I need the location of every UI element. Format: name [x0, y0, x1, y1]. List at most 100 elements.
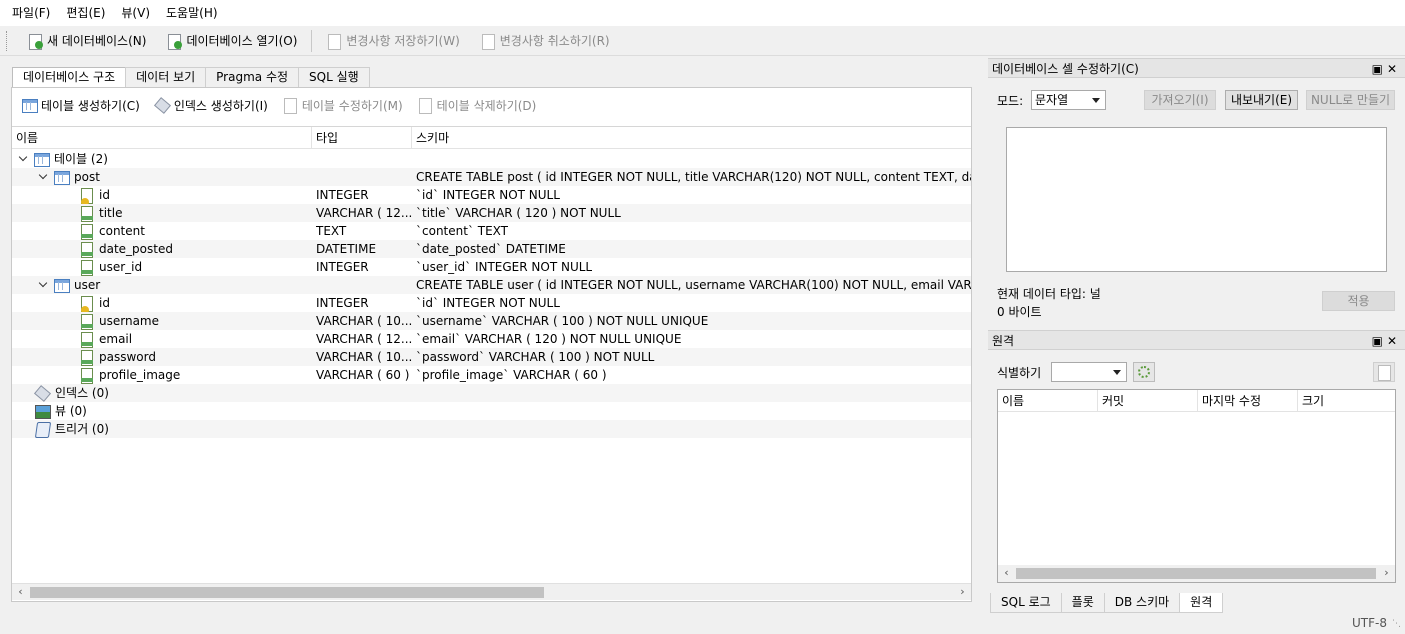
revert-changes-label: 변경사항 취소하기(R): [499, 34, 610, 48]
tree-row-field[interactable]: content TEXT `content` TEXT: [12, 222, 971, 240]
tab-database-structure[interactable]: 데이터베이스 구조: [12, 67, 127, 88]
float-icon[interactable]: ▣: [1372, 62, 1387, 76]
tree-row-field[interactable]: email VARCHAR ( 12... `email` VARCHAR ( …: [12, 330, 971, 348]
field-schema: `title` VARCHAR ( 120 ) NOT NULL: [416, 206, 621, 220]
close-icon[interactable]: ✕: [1387, 334, 1401, 348]
add-identity-button[interactable]: [1133, 362, 1155, 382]
remote-column-name[interactable]: 이름: [998, 390, 1098, 412]
revert-changes-button[interactable]: 변경사항 취소하기(R): [470, 29, 620, 53]
scroll-left-icon[interactable]: ‹: [12, 584, 29, 601]
apply-button[interactable]: 적용: [1322, 291, 1395, 311]
new-database-label: 새 데이터베이스(N): [47, 34, 147, 48]
tab-remote[interactable]: 원격: [1179, 593, 1224, 613]
remote-column-size[interactable]: 크기: [1298, 390, 1395, 412]
tree-row-field[interactable]: user_id INTEGER `user_id` INTEGER NOT NU…: [12, 258, 971, 276]
tree-row-field[interactable]: title VARCHAR ( 12... `title` VARCHAR ( …: [12, 204, 971, 222]
tree-row-field[interactable]: id INTEGER `id` INTEGER NOT NULL: [12, 186, 971, 204]
remote-title: 원격: [992, 334, 1015, 348]
tree-row-views[interactable]: 뷰 (0): [12, 402, 971, 420]
import-button[interactable]: 가져오기(I): [1144, 90, 1216, 110]
open-database-button[interactable]: 데이터베이스 열기(O): [156, 29, 307, 53]
scrollbar-thumb[interactable]: [30, 587, 544, 598]
remote-column-commit[interactable]: 커밋: [1098, 390, 1198, 412]
tab-edit-pragmas[interactable]: Pragma 수정: [205, 67, 300, 87]
table-name: post: [74, 170, 100, 184]
cell-editor-textarea[interactable]: [1006, 127, 1387, 272]
export-button[interactable]: 내보내기(E): [1225, 90, 1298, 110]
menu-file[interactable]: 파일(F): [4, 0, 58, 26]
tree-row-field[interactable]: date_posted DATETIME `date_posted` DATET…: [12, 240, 971, 258]
tree-row-indexes[interactable]: 인덱스 (0): [12, 384, 971, 402]
table-name: user: [74, 278, 101, 292]
field-name: profile_image: [99, 368, 181, 382]
identity-select[interactable]: [1051, 362, 1127, 382]
tree-row-table-post[interactable]: post CREATE TABLE post ( id INTEGER NOT …: [12, 168, 971, 186]
column-header-type[interactable]: 타입: [312, 127, 412, 149]
indexes-label: 인덱스 (0): [55, 386, 109, 400]
field-schema: `password` VARCHAR ( 100 ) NOT NULL: [416, 350, 655, 364]
create-index-button[interactable]: 인덱스 생성하기(I): [149, 93, 277, 117]
modify-table-icon: [282, 97, 298, 114]
chevron-down-icon[interactable]: [18, 154, 28, 164]
field-schema: `username` VARCHAR ( 100 ) NOT NULL UNIQ…: [416, 314, 709, 328]
new-database-button[interactable]: 새 데이터베이스(N): [17, 29, 156, 53]
field-schema: `email` VARCHAR ( 120 ) NOT NULL UNIQUE: [416, 332, 682, 346]
tree-row-field[interactable]: id INTEGER `id` INTEGER NOT NULL: [12, 294, 971, 312]
field-name: username: [99, 314, 159, 328]
field-schema: `id` INTEGER NOT NULL: [416, 296, 560, 310]
tab-db-schema[interactable]: DB 스키마: [1103, 593, 1181, 613]
table-schema: CREATE TABLE user ( id INTEGER NOT NULL,…: [416, 278, 971, 292]
field-name: id: [99, 188, 110, 202]
set-null-button[interactable]: NULL로 만들기: [1306, 90, 1395, 110]
tree-row-field[interactable]: username VARCHAR ( 10... `username` VARC…: [12, 312, 971, 330]
tab-plot[interactable]: 플롯: [1060, 593, 1105, 613]
menu-view[interactable]: 뷰(V): [113, 0, 158, 26]
field-name: id: [99, 296, 110, 310]
tab-browse-data[interactable]: 데이터 보기: [125, 67, 207, 87]
scroll-left-icon[interactable]: ‹: [998, 565, 1015, 582]
resize-grip-icon[interactable]: ⋱: [1392, 619, 1401, 629]
tree-row-table-user[interactable]: user CREATE TABLE user ( id INTEGER NOT …: [12, 276, 971, 294]
column-header-schema[interactable]: 스키마: [412, 127, 971, 149]
schema-tree[interactable]: 이름 타입 스키마 테이블 (2) post CREATE TABLE post…: [12, 126, 971, 584]
remote-column-last-modified[interactable]: 마지막 수정: [1198, 390, 1298, 412]
gear-plus-icon: [1136, 364, 1152, 380]
scrollbar-thumb[interactable]: [1016, 568, 1376, 579]
menu-edit[interactable]: 편집(E): [58, 0, 113, 26]
clone-database-button[interactable]: [1373, 362, 1395, 382]
field-icon: [78, 349, 94, 366]
tree-row-field[interactable]: password VARCHAR ( 10... `password` VARC…: [12, 348, 971, 366]
tree-row-field[interactable]: profile_image VARCHAR ( 60 ) `profile_im…: [12, 366, 971, 384]
tree-row-tables[interactable]: 테이블 (2): [12, 150, 971, 168]
view-icon: [34, 403, 51, 419]
edit-cell-title-bar: 데이터베이스 셀 수정하기(C) ▣✕: [988, 58, 1405, 78]
modify-table-button[interactable]: 테이블 수정하기(M): [277, 93, 412, 117]
remote-horizontal-scrollbar[interactable]: ‹ ›: [998, 565, 1395, 582]
chevron-down-icon[interactable]: [38, 280, 48, 290]
delete-table-button[interactable]: 테이블 삭제하기(D): [412, 93, 546, 117]
create-table-button[interactable]: 테이블 생성하기(C): [16, 93, 149, 117]
close-icon[interactable]: ✕: [1387, 62, 1401, 76]
tree-row-triggers[interactable]: 트리거 (0): [12, 420, 971, 438]
scroll-right-icon[interactable]: ›: [954, 584, 971, 601]
column-header-name[interactable]: 이름: [12, 127, 312, 149]
remote-tree-header: 이름 커밋 마지막 수정 크기: [998, 390, 1395, 412]
tab-execute-sql[interactable]: SQL 실행: [298, 67, 370, 87]
create-table-label: 테이블 생성하기(C): [41, 98, 140, 113]
tree-horizontal-scrollbar[interactable]: ‹ ›: [12, 583, 971, 600]
field-name: content: [99, 224, 145, 238]
create-index-icon: [154, 97, 170, 113]
mode-select[interactable]: 문자열: [1031, 90, 1106, 110]
write-changes-icon: [326, 33, 342, 50]
chevron-down-icon[interactable]: [38, 172, 48, 182]
field-icon: [78, 223, 94, 240]
tables-label: 테이블 (2): [54, 152, 108, 166]
field-schema: `date_posted` DATETIME: [416, 242, 566, 256]
remote-tree[interactable]: 이름 커밋 마지막 수정 크기 ‹ ›: [997, 389, 1396, 583]
toolbar-grip[interactable]: [6, 30, 9, 51]
write-changes-button[interactable]: 변경사항 저장하기(W): [316, 29, 469, 53]
tab-sql-log[interactable]: SQL 로그: [990, 593, 1062, 613]
float-icon[interactable]: ▣: [1372, 334, 1387, 348]
menu-help[interactable]: 도움말(H): [158, 0, 226, 26]
scroll-right-icon[interactable]: ›: [1378, 565, 1395, 582]
